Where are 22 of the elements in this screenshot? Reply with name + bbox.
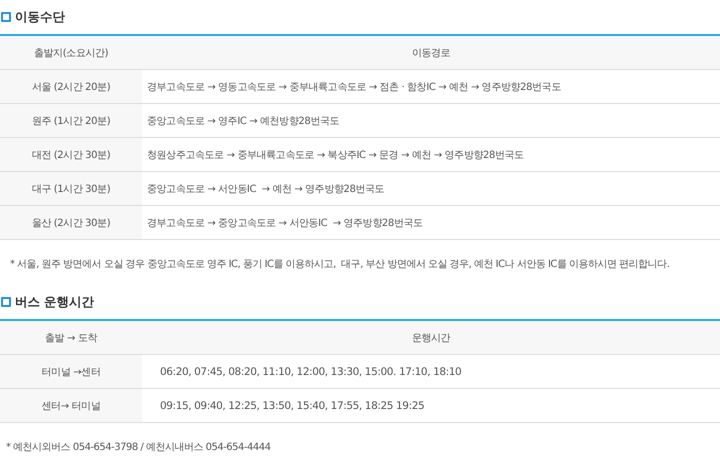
table-cell: 서울 (2시간 20분): [0, 70, 142, 103]
section-title: 버스 운행시간: [15, 294, 94, 310]
table-cell-text: 09:15, 09:40, 12:25, 13:50, 15:40, 17:55, 18:25 19:25: [159, 398, 426, 414]
table-cell-text: 중앙고속도로 → 영주IC → 예천방향28번국도: [146, 114, 340, 128]
table-cell: 터미널 →센터: [0, 355, 142, 388]
footnote: * 서울, 원주 방면에서 오실 경우 중앙고속도로 영주 IC, 풍기 IC를 이용하시고, 대구, 부산 방면에서 오실 경우, 예천 IC나 서안동 IC를 이용하시면 편리합니다.: [10, 258, 670, 271]
footnote: * 예천시외버스 054-654-3798 / 예천시내버스 054-654-4444: [6, 441, 270, 454]
column-header: 운행시간: [410, 332, 452, 346]
square-bullet-icon: [1, 12, 11, 22]
table-cell-text: 중앙고속도로 → 서안동IC → 예천 → 영주방향28번국도: [146, 182, 386, 196]
table-cell-text: 06:20, 07:45, 08:20, 11:10, 12:00, 13:30, 15:00. 17:10, 18:10: [159, 364, 462, 380]
table-cell-text: 경부고속도로 → 중앙고속도로 → 서안동IC → 영주방향28번국도: [146, 216, 424, 230]
section-title: 이동수단: [15, 8, 65, 26]
square-bullet-icon: [1, 297, 11, 307]
table-cell: 대전 (2시간 30분): [0, 138, 142, 171]
table-cell: 울산 (2시간 30분): [0, 206, 142, 239]
table-cell-text: 청원상주고속도로 → 중부내륙고속도로 → 북상주IC → 문경 → 예천 → 영주방향28번국도: [146, 148, 525, 162]
table-cell: 원주 (1시간 20분): [0, 104, 142, 137]
column-header: 이동경로: [410, 46, 452, 60]
table-cell: 대구 (1시간 30분): [0, 172, 142, 205]
table-cell-text: 경부고속도로 → 영동고속도로 → 중부내륙고속도로 → 점촌 · 함창IC → 예천 → 영주방향28번국도: [146, 80, 562, 94]
table-cell: 센터→ 터미널: [0, 389, 142, 422]
